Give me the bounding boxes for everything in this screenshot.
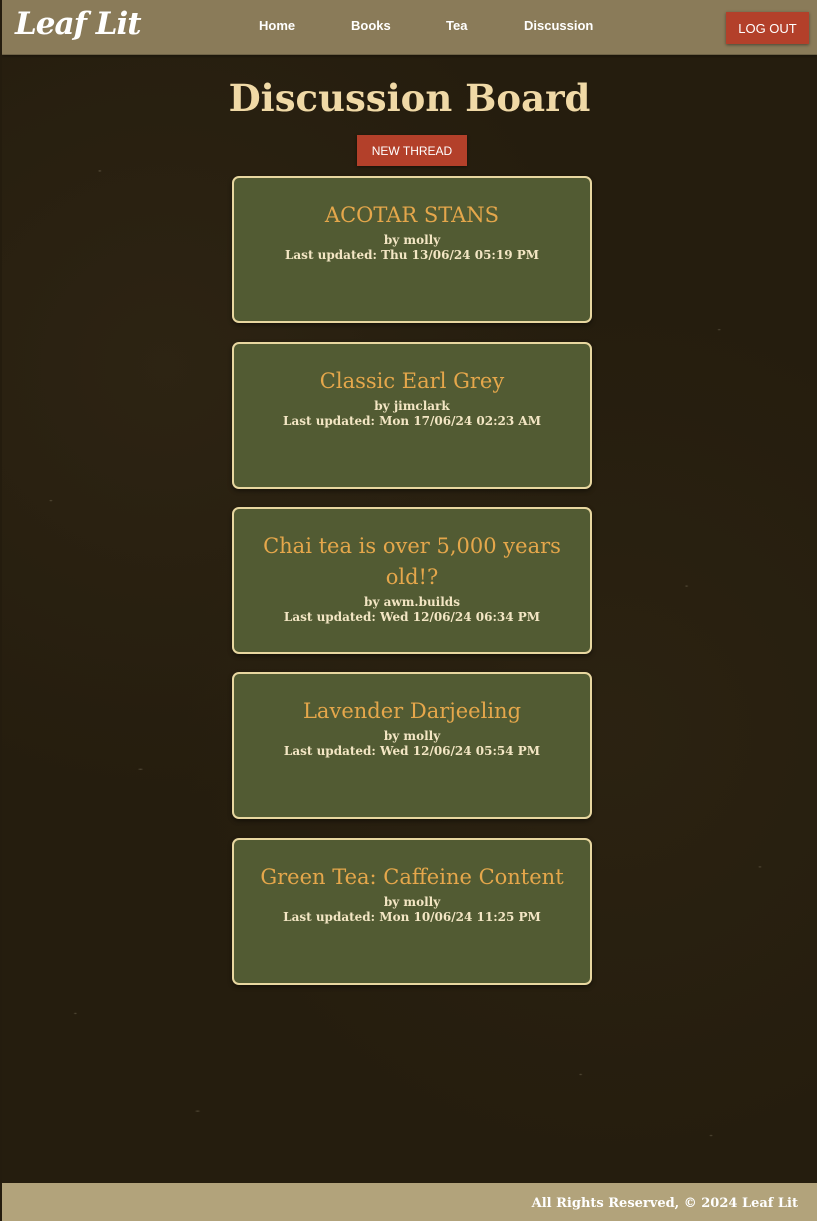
thread-last-updated: Last updated: Wed 12/06/24 06:34 PM: [283, 610, 541, 624]
thread-last-updated: Last updated: Wed 12/06/24 05:54 PM: [283, 744, 541, 758]
thread-title[interactable]: Lavender Darjeeling: [234, 674, 590, 727]
page-title: Discussion Board: [228, 76, 591, 120]
thread-author: by molly: [383, 729, 441, 743]
thread-last-updated: Last updated: Thu 13/06/24 05:19 PM: [284, 248, 540, 262]
navbar: Leaf Lit Home Books Tea Discussion LOG O…: [2, 0, 817, 55]
thread-last-updated: Last updated: Mon 17/06/24 02:23 AM: [283, 414, 541, 428]
thread-title[interactable]: Chai tea is over 5,000 years old!?: [234, 509, 590, 593]
thread-card[interactable]: Lavender Darjeeling by molly Last update…: [232, 672, 592, 819]
thread-author: by molly: [383, 233, 441, 247]
logout-button[interactable]: LOG OUT: [726, 12, 809, 44]
nav-discussion[interactable]: Discussion: [524, 17, 593, 35]
footer: All Rights Reserved, © 2024 Leaf Lit: [2, 1183, 817, 1221]
copyright-text: All Rights Reserved, © 2024 Leaf Lit: [531, 1196, 798, 1211]
thread-card[interactable]: Green Tea: Caffeine Content by molly Las…: [232, 838, 592, 985]
thread-last-updated: Last updated: Mon 10/06/24 11:25 PM: [283, 910, 541, 924]
thread-card[interactable]: Classic Earl Grey by jimclark Last updat…: [232, 342, 592, 489]
new-thread-button[interactable]: NEW THREAD: [357, 135, 467, 166]
thread-card[interactable]: Chai tea is over 5,000 years old!? by aw…: [232, 507, 592, 654]
thread-author: by molly: [383, 895, 441, 909]
thread-title[interactable]: ACOTAR STANS: [234, 178, 590, 231]
main-nav: Home Books Tea Discussion: [2, 17, 817, 35]
page: Leaf Lit Home Books Tea Discussion LOG O…: [2, 0, 817, 1221]
thread-author: by awm.builds: [364, 595, 460, 609]
thread-title[interactable]: Green Tea: Caffeine Content: [234, 840, 590, 893]
nav-tea[interactable]: Tea: [446, 17, 467, 35]
nav-books[interactable]: Books: [351, 17, 391, 35]
thread-title[interactable]: Classic Earl Grey: [234, 344, 590, 397]
thread-author: by jimclark: [374, 399, 450, 413]
thread-card[interactable]: ACOTAR STANS by molly Last updated: Thu …: [232, 176, 592, 323]
nav-home[interactable]: Home: [259, 17, 295, 35]
